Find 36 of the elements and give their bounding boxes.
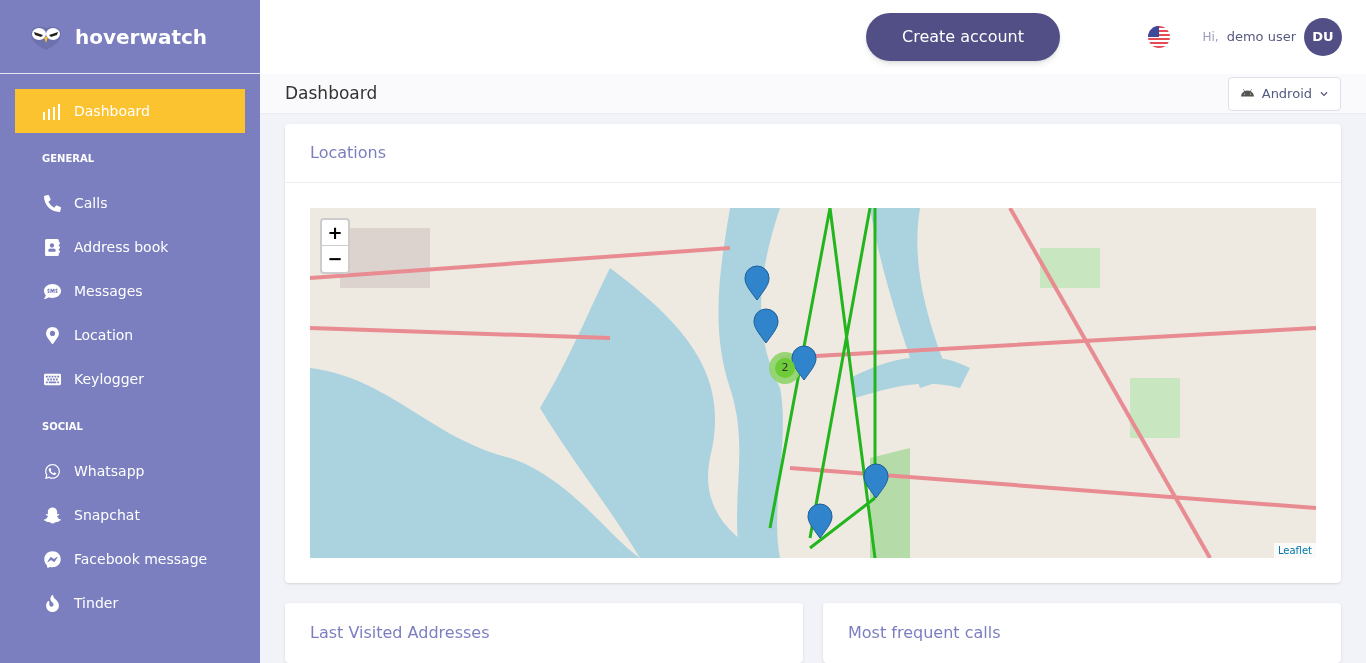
section-heading: SOCIAL	[41, 420, 84, 434]
zoom-out-button[interactable]: −	[322, 246, 348, 272]
zoom-in-button[interactable]: +	[322, 220, 348, 246]
flame-icon	[43, 594, 61, 612]
device-dropdown[interactable]: Android	[1227, 76, 1341, 111]
user-name[interactable]: demo user	[1226, 27, 1296, 47]
attribution-link[interactable]: Leaflet	[1273, 543, 1316, 558]
map[interactable]: + − 2 Leaflet	[310, 208, 1316, 558]
phone-chat-icon	[43, 462, 61, 480]
sidebar-item[interactable]: Whatsapp	[15, 449, 245, 493]
sidebar-item[interactable]: Tinder	[15, 581, 245, 625]
chat-bubble-icon	[43, 282, 61, 300]
chevron-down-icon	[1320, 89, 1328, 98]
user-avatar[interactable]: DU	[1304, 18, 1342, 56]
flag-icon[interactable]	[1148, 26, 1171, 48]
brand-name: hoverwatch	[75, 23, 208, 51]
bar-chart-icon	[42, 102, 62, 120]
map-pin-icon	[43, 326, 61, 344]
page-title: Dashboard	[285, 81, 378, 105]
sidebar-item[interactable]: Address book	[15, 225, 245, 269]
ghost-icon	[43, 506, 61, 524]
greeting: Hi,	[1202, 29, 1219, 46]
sidebar-item[interactable]: Snapchat	[15, 493, 245, 537]
sidebar-item[interactable]: Messages	[15, 269, 245, 313]
chat-bubble-icon	[43, 550, 61, 568]
card-title: Last Visited Addresses	[310, 622, 490, 644]
sidebar-item[interactable]: Keylogger	[15, 357, 245, 401]
sidebar-item[interactable]: Location	[15, 313, 245, 357]
card-title: Most frequent calls	[848, 622, 1001, 644]
address-book-icon	[43, 238, 61, 256]
phone-icon	[43, 194, 61, 212]
sidebar-item[interactable]: Calls	[15, 181, 245, 225]
create-account-button[interactable]: Create account	[866, 13, 1060, 61]
sidebar-item[interactable]: Facebook message	[15, 537, 245, 581]
section-heading: GENERAL	[41, 152, 96, 166]
card-title: Locations	[310, 142, 386, 164]
